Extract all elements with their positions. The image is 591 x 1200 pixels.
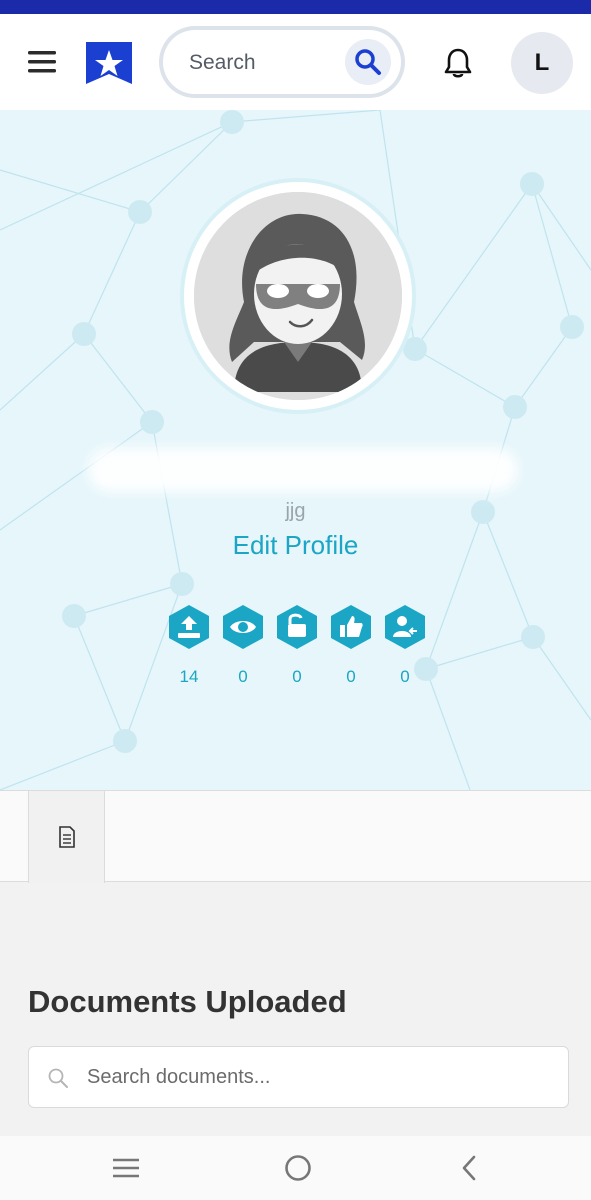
profile-picture [184,182,412,410]
search-icon [355,49,381,75]
site-logo[interactable] [84,40,134,86]
back-button[interactable] [449,1150,489,1186]
document-icon [58,826,75,848]
recent-apps-button[interactable] [106,1150,146,1186]
back-chevron-icon [462,1155,476,1181]
edit-profile-link[interactable]: Edit Profile [0,530,591,561]
documents-search-field[interactable]: Search documents... [28,1046,569,1108]
android-nav-bar [0,1136,591,1200]
stat-views[interactable]: 0 [216,604,270,687]
menu-icon [28,51,56,73]
stat-uploads-value: 14 [179,667,199,686]
stat-unlocks[interactable]: 0 [270,604,324,687]
profile-stats: 14 0 0 0 0 [162,604,432,694]
recent-apps-icon [113,1158,139,1178]
top-header: Search L [0,14,591,110]
search-box[interactable]: Search [159,26,405,98]
bell-icon [444,48,472,78]
profile-tabs [0,790,591,883]
search-button[interactable] [345,39,391,85]
stat-views-value: 0 [238,667,248,686]
profile-hero: jjg Edit Profile 14 0 0 0 0 [0,110,591,790]
upload-icon [169,605,209,649]
menu-button[interactable] [22,44,62,80]
home-button[interactable] [278,1150,318,1186]
stat-likes[interactable]: 0 [324,604,378,687]
status-strip [0,0,591,14]
user-icon [385,605,425,649]
username: jjg [285,500,306,522]
eye-icon [223,605,263,649]
tab-documents[interactable] [28,790,105,883]
notifications-button[interactable] [437,42,479,84]
user-avatar-button[interactable]: L [511,32,573,94]
stat-uploads[interactable]: 14 [162,604,216,687]
unlock-icon [277,605,317,649]
search-icon [48,1068,68,1088]
stat-likes-value: 0 [346,667,356,686]
section-title: Documents Uploaded [28,984,347,1019]
stat-followers[interactable]: 0 [378,604,432,687]
home-circle-icon [285,1155,311,1181]
default-avatar-illustration [194,192,402,400]
blurred-display-name [88,448,518,492]
documents-search-input[interactable]: Search documents... [87,1066,270,1089]
stat-followers-value: 0 [400,667,410,686]
thumbs-up-icon [331,605,371,649]
star-shield-logo [86,42,132,84]
stat-unlocks-value: 0 [292,667,302,686]
search-input[interactable]: Search [189,51,256,75]
